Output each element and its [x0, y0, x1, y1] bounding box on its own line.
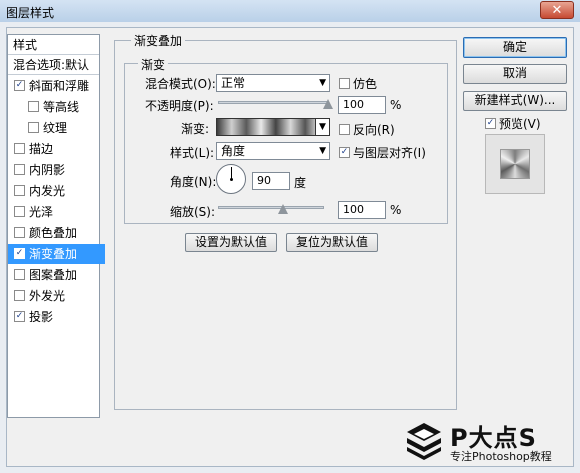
style-list-item[interactable]: 等高线 [8, 97, 119, 117]
title-bar: 图层样式 ✕ [0, 0, 580, 22]
preview-label: 预览(V) [499, 117, 541, 131]
dither-checkbox[interactable]: 仿色 [339, 75, 377, 92]
style-list: 样式 混合选项:默认 ✓ 斜面和浮雕等高线纹理描边内阴影内发光光泽颜色叠加 ✓ 渐变叠… [7, 34, 105, 418]
style-item-checkbox[interactable] [14, 143, 25, 154]
chevron-down-icon: ▼ [319, 146, 326, 156]
style-list-item[interactable]: 纹理 [8, 118, 119, 138]
style-item-label: 内发光 [29, 184, 66, 198]
style-item-label: 图案叠加 [29, 268, 78, 282]
style-item-label: 描边 [29, 142, 54, 156]
style-item-checkbox[interactable] [28, 101, 39, 112]
style-list-item[interactable]: ✓ 投影 [8, 307, 105, 327]
close-button[interactable]: ✕ [540, 1, 574, 19]
style-item-checkbox[interactable] [14, 164, 25, 175]
style-list-item[interactable]: 描边 [8, 139, 105, 159]
angle-unit: 度 [294, 176, 307, 190]
scale-label: 缩放(S): [170, 205, 216, 219]
style-item-checkbox[interactable]: ✓ [14, 248, 25, 259]
angle-input[interactable]: 90 [252, 172, 290, 190]
set-default-button[interactable]: 设置为默认值 [185, 233, 277, 252]
style-item-label: 渐变叠加 [29, 247, 78, 261]
style-select[interactable]: 角度 ▼ [216, 142, 330, 160]
reset-default-button[interactable]: 复位为默认值 [286, 233, 378, 252]
window-title: 图层样式 [6, 6, 55, 20]
new-style-button[interactable]: 新建样式(W)... [463, 91, 567, 111]
angle-center-dot [230, 178, 233, 181]
style-list-item[interactable]: 内阴影 [8, 160, 105, 180]
cancel-button[interactable]: 取消 [463, 64, 567, 84]
ok-button[interactable]: 确定 [463, 37, 567, 58]
style-value: 角度 [221, 144, 246, 158]
align-layer-check: ✓ [339, 147, 350, 158]
layer-style-dialog: 图层样式 ✕ 样式 混合选项:默认 ✓ 斜面和浮雕等高线纹理描边内阴影内发光光泽颜… [0, 0, 580, 473]
align-layer-checkbox[interactable]: ✓ 与图层对齐(I) [339, 144, 426, 161]
style-item-checkbox[interactable] [14, 185, 25, 196]
gradient-group-title: 渐变 [138, 56, 169, 73]
style-list-item[interactable]: 外发光 [8, 286, 105, 306]
scale-slider-thumb[interactable] [278, 204, 288, 214]
opacity-slider[interactable] [218, 101, 328, 104]
style-item-label: 颜色叠加 [29, 226, 78, 240]
reverse-label: 反向(R) [353, 123, 395, 137]
blend-options-item[interactable]: 混合选项:默认 [8, 55, 99, 75]
blend-mode-label: 混合模式(O): [145, 77, 216, 91]
style-list-item[interactable]: ✓ 斜面和浮雕 [8, 76, 105, 96]
style-list-item[interactable]: 光泽 [8, 202, 105, 222]
style-item-checkbox[interactable]: ✓ [14, 311, 25, 322]
style-list-item[interactable]: 图案叠加 [8, 265, 105, 285]
scale-input[interactable]: 100 [338, 201, 386, 219]
brand-logo-icon [407, 423, 441, 460]
gradient-preview-swatch[interactable] [216, 118, 316, 136]
style-item-label: 纹理 [43, 121, 68, 135]
scale-unit: % [390, 203, 402, 217]
style-item-checkbox[interactable] [28, 122, 39, 133]
reverse-check [339, 124, 350, 135]
style-item-checkbox[interactable] [14, 206, 25, 217]
preview-checkbox[interactable]: ✓ 预览(V) [485, 115, 541, 132]
dither-label: 仿色 [353, 77, 378, 91]
style-list-header[interactable]: 样式 [8, 35, 99, 55]
close-icon: ✕ [551, 3, 563, 18]
preview-swatch [500, 149, 530, 179]
reverse-checkbox[interactable]: 反向(R) [339, 121, 395, 138]
chevron-down-icon: ▼ [319, 122, 326, 132]
style-item-checkbox[interactable] [14, 227, 25, 238]
style-item-label: 光泽 [29, 205, 54, 219]
style-item-label: 斜面和浮雕 [29, 79, 90, 93]
opacity-input[interactable]: 100 [338, 96, 386, 114]
gradient-overlay-title: 渐变叠加 [131, 32, 186, 49]
preview-check: ✓ [485, 118, 496, 129]
opacity-unit: % [390, 98, 402, 112]
scale-slider[interactable] [218, 206, 324, 209]
style-item-label: 投影 [29, 310, 54, 324]
blend-mode-select[interactable]: 正常 ▼ [216, 74, 330, 92]
align-layer-label: 与图层对齐(I) [353, 146, 426, 160]
watermark: P大点S 专注Photoshop教程 [404, 418, 574, 464]
style-list-item[interactable]: 内发光 [8, 181, 105, 201]
style-item-checkbox[interactable] [14, 290, 25, 301]
style-list-item[interactable]: 颜色叠加 [8, 223, 105, 243]
style-item-checkbox[interactable]: ✓ [14, 80, 25, 91]
opacity-slider-thumb[interactable] [323, 99, 333, 109]
brand-tagline: 专注Photoshop教程 [450, 450, 552, 463]
style-item-checkbox[interactable] [14, 269, 25, 280]
style-list-item[interactable]: ✓ 渐变叠加 [8, 244, 105, 264]
dither-check [339, 78, 350, 89]
opacity-label: 不透明度(P): [145, 99, 214, 113]
style-item-label: 外发光 [29, 289, 66, 303]
blend-mode-value: 正常 [221, 76, 246, 90]
angle-label: 角度(N): [170, 175, 217, 189]
style-preview-thumbnail [485, 134, 545, 194]
gradient-picker-dropdown[interactable]: ▼ [316, 118, 330, 136]
style-item-label: 等高线 [43, 100, 80, 114]
style-label: 样式(L): [170, 146, 215, 160]
style-item-label: 内阴影 [29, 163, 66, 177]
chevron-down-icon: ▼ [319, 78, 326, 88]
angle-dial[interactable] [216, 164, 246, 194]
gradient-label: 渐变: [181, 122, 210, 136]
